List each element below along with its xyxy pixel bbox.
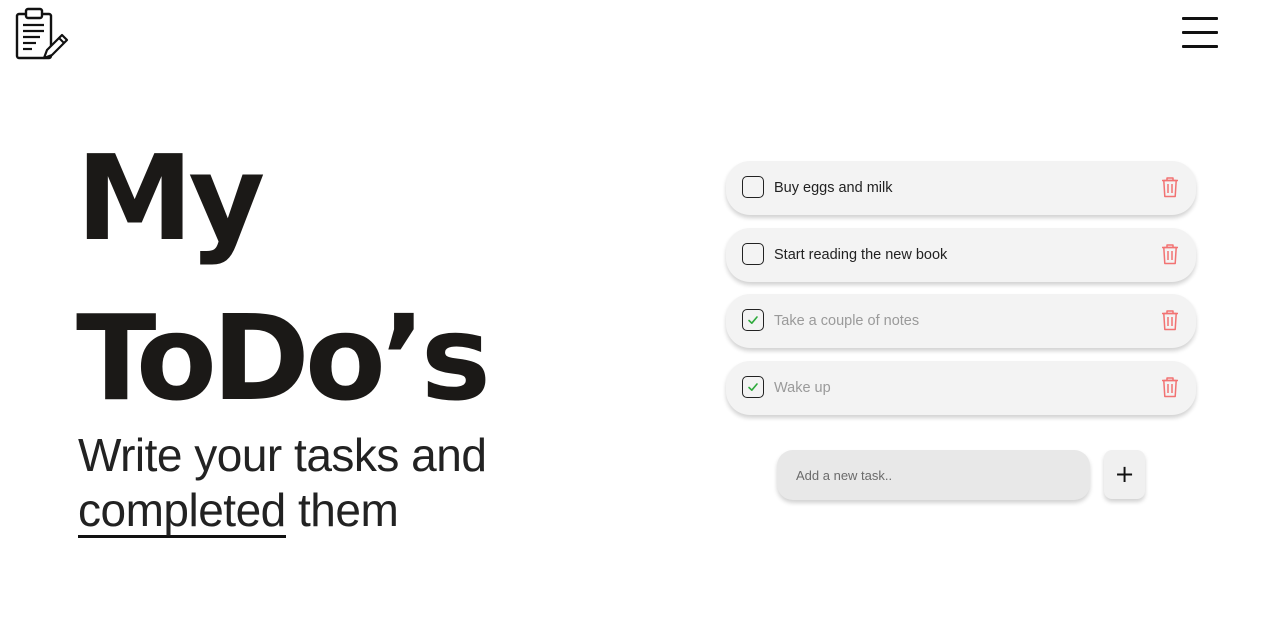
- trash-icon[interactable]: [1160, 176, 1180, 198]
- trash-icon[interactable]: [1160, 376, 1180, 398]
- subtitle-line-2: completed them: [78, 483, 486, 538]
- task-item: Start reading the new book: [726, 227, 1196, 282]
- task-checkbox[interactable]: [742, 176, 764, 198]
- subtitle: Write your tasks and completed them: [78, 428, 487, 538]
- plus-icon: +: [1114, 460, 1135, 488]
- check-icon: [748, 316, 758, 324]
- trash-icon[interactable]: [1160, 243, 1180, 265]
- task-checkbox[interactable]: [742, 309, 764, 331]
- task-item: Take a couple of notes: [726, 294, 1196, 348]
- check-icon: [748, 382, 758, 391]
- subtitle-line-1: Write your tasks and: [78, 429, 487, 481]
- title-line-1: My: [76, 129, 265, 267]
- page: My ToDo’s Write your tasks and completed…: [0, 0, 1280, 624]
- task-item: Buy eggs and milk: [726, 161, 1196, 215]
- new-task-input[interactable]: [777, 450, 1090, 500]
- page-title: My ToDo’s: [76, 118, 491, 438]
- task-text: Start reading the new book: [774, 246, 948, 263]
- add-task-button[interactable]: +: [1104, 450, 1145, 499]
- hamburger-menu-icon[interactable]: [1178, 14, 1222, 54]
- task-item: Wake up: [726, 360, 1196, 415]
- task-text: Buy eggs and milk: [774, 180, 893, 196]
- task-text: Wake up: [774, 379, 831, 396]
- subtitle-rest: them: [285, 484, 399, 536]
- task-checkbox[interactable]: [742, 242, 764, 265]
- task-list: Buy eggs and milk Start reading the new …: [726, 161, 1196, 427]
- title-line-2: ToDo’s: [76, 289, 491, 427]
- trash-icon[interactable]: [1160, 309, 1180, 331]
- task-checkbox[interactable]: [742, 375, 764, 398]
- clipboard-pencil-icon[interactable]: [14, 6, 70, 62]
- subtitle-underlined-word: completed: [78, 484, 286, 538]
- task-text: Take a couple of notes: [774, 313, 920, 329]
